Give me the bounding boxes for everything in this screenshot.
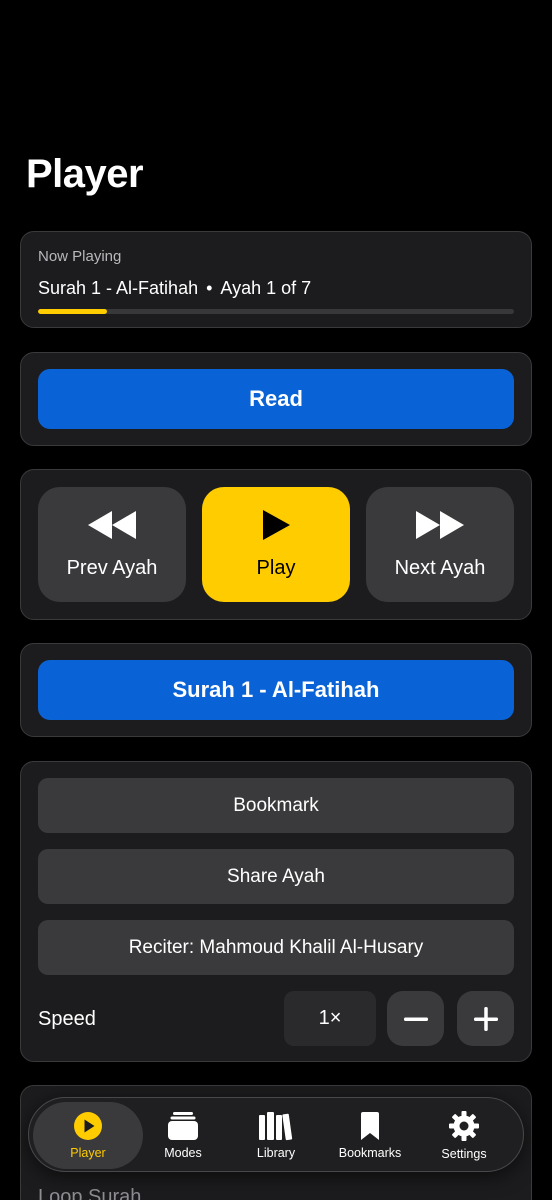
play-button[interactable]: Play <box>202 487 350 602</box>
speed-value: 1× <box>284 991 376 1046</box>
now-playing-ayah: Ayah 1 of 7 <box>220 278 312 298</box>
now-playing-label: Now Playing <box>38 248 122 265</box>
tab-modes[interactable]: Modes <box>136 1098 230 1173</box>
tab-player-label: Player <box>70 1146 106 1160</box>
reciter-button[interactable]: Reciter: Mahmoud Khalil Al-Husary <box>38 920 514 975</box>
now-playing-surah: Surah 1 - Al-Fatihah <box>38 278 199 298</box>
minus-icon <box>403 1017 428 1021</box>
forward-icon <box>416 511 464 539</box>
progress-fill <box>38 309 108 314</box>
playback-controls-card: Prev Ayah Play Next Ayah <box>20 469 532 620</box>
play-label: Play <box>256 557 296 579</box>
tab-bar: Player Modes Library Bookmarks Settings <box>28 1097 524 1172</box>
next-ayah-label: Next Ayah <box>394 557 486 579</box>
plus-icon <box>473 1006 498 1031</box>
speed-decrease-button[interactable] <box>387 991 444 1046</box>
surah-select-button[interactable]: Surah 1 - Al-Fatihah <box>38 660 514 720</box>
separator-dot: • <box>206 278 213 298</box>
bookmark-icon <box>361 1112 379 1140</box>
progress-track[interactable] <box>38 309 514 314</box>
gear-icon <box>449 1111 479 1141</box>
books-icon <box>259 1112 293 1141</box>
options-card: Bookmark Share Ayah Reciter: Mahmoud Kha… <box>20 761 532 1062</box>
speed-increase-button[interactable] <box>457 991 514 1046</box>
tab-settings[interactable]: Settings <box>417 1098 511 1173</box>
read-card: Read <box>20 352 532 446</box>
tab-settings-label: Settings <box>441 1147 487 1161</box>
play-icon <box>263 510 290 540</box>
read-button[interactable]: Read <box>38 369 514 429</box>
tab-player[interactable]: Player <box>33 1102 143 1169</box>
now-playing-info: Surah 1 - Al-Fatihah • Ayah 1 of 7 <box>38 278 311 299</box>
next-ayah-button[interactable]: Next Ayah <box>366 487 514 602</box>
prev-ayah-label: Prev Ayah <box>66 557 158 579</box>
share-ayah-button[interactable]: Share Ayah <box>38 849 514 904</box>
prev-ayah-button[interactable]: Prev Ayah <box>38 487 186 602</box>
bookmark-button[interactable]: Bookmark <box>38 778 514 833</box>
tab-bookmarks[interactable]: Bookmarks <box>323 1098 417 1173</box>
backward-icon <box>88 511 136 539</box>
tab-modes-label: Modes <box>164 1146 202 1160</box>
page-title: Player <box>26 152 144 196</box>
now-playing-card: Now Playing Surah 1 - Al-Fatihah • Ayah 1 … <box>20 231 532 328</box>
tab-library[interactable]: Library <box>229 1098 323 1173</box>
tab-library-label: Library <box>256 1146 296 1160</box>
surah-card: Surah 1 - Al-Fatihah <box>20 643 532 737</box>
loop-surah-label: Loop Surah <box>38 1186 142 1200</box>
speed-label: Speed <box>38 1008 96 1030</box>
tab-bookmarks-label: Bookmarks <box>338 1146 402 1160</box>
stack-icon <box>168 1112 198 1140</box>
play-circle-icon <box>74 1112 102 1140</box>
